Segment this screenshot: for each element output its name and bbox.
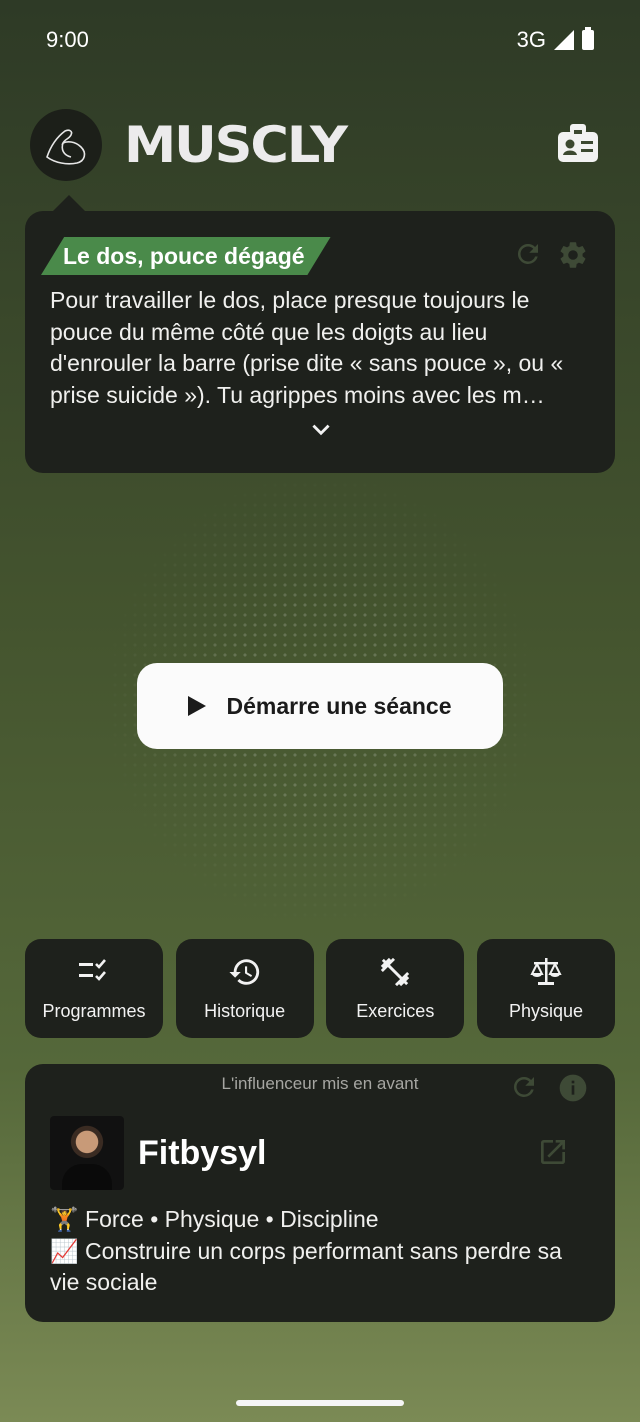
influencer-actions	[509, 1072, 589, 1109]
nav-row: Programmes Historique Exercices Physique	[25, 939, 615, 1038]
nav-physique[interactable]: Physique	[476, 939, 615, 1038]
battery-icon	[582, 27, 594, 50]
nav-exercices[interactable]: Exercices	[326, 939, 465, 1038]
app-header: MUSCLY	[30, 108, 600, 182]
nav-programmes[interactable]: Programmes	[25, 939, 163, 1038]
influencer-description: 🏋️ Force • Physique • Discipline 📈 Const…	[50, 1206, 562, 1295]
influencer-name[interactable]: Fitbysyl	[138, 1134, 266, 1173]
nav-historique-label: Historique	[204, 1001, 286, 1021]
status-indicators: 3G	[517, 27, 594, 53]
nav-historique[interactable]: Historique	[175, 939, 314, 1038]
brand-logo: MUSCLY	[124, 116, 348, 174]
external-link-icon[interactable]	[537, 1136, 569, 1168]
nav-programmes-label: Programmes	[42, 1001, 146, 1021]
refresh-icon[interactable]	[509, 1072, 539, 1109]
dumbbell-icon	[381, 957, 410, 987]
tip-card: Le dos, pouce dégagé Pour travailler le …	[25, 195, 615, 473]
refresh-icon[interactable]	[513, 239, 543, 276]
network-type: 3G	[516, 27, 546, 52]
nav-exercices-label: Exercices	[356, 1001, 435, 1021]
influencer-avatar[interactable]	[50, 1116, 124, 1190]
chevron-down-icon[interactable]	[308, 417, 334, 443]
featured-influencer-card: L'influenceur mis en avant Fitbysyl 🏋️ F…	[25, 1064, 615, 1322]
scale-icon	[530, 958, 562, 985]
signal-icon	[554, 30, 574, 50]
tip-tag: Le dos, pouce dégagé	[41, 237, 331, 275]
history-icon	[229, 959, 259, 985]
start-session-button[interactable]: Démarre une séance	[137, 663, 503, 749]
info-icon[interactable]	[557, 1072, 589, 1109]
flexed-arm-icon[interactable]	[30, 109, 102, 181]
play-icon	[188, 696, 207, 716]
status-time: 9:00	[46, 27, 89, 52]
tip-actions	[513, 239, 589, 276]
home-indicator[interactable]	[236, 1400, 404, 1406]
checklist-icon	[79, 959, 106, 981]
gear-icon[interactable]	[557, 239, 589, 276]
tip-text: Pour travailler le dos, place presque to…	[50, 287, 564, 408]
status-bar: 9:00 3G	[0, 0, 640, 80]
nav-physique-label: Physique	[508, 1001, 583, 1021]
id-badge-icon[interactable]	[556, 122, 600, 166]
start-session-label: Démarre une séance	[226, 692, 452, 719]
